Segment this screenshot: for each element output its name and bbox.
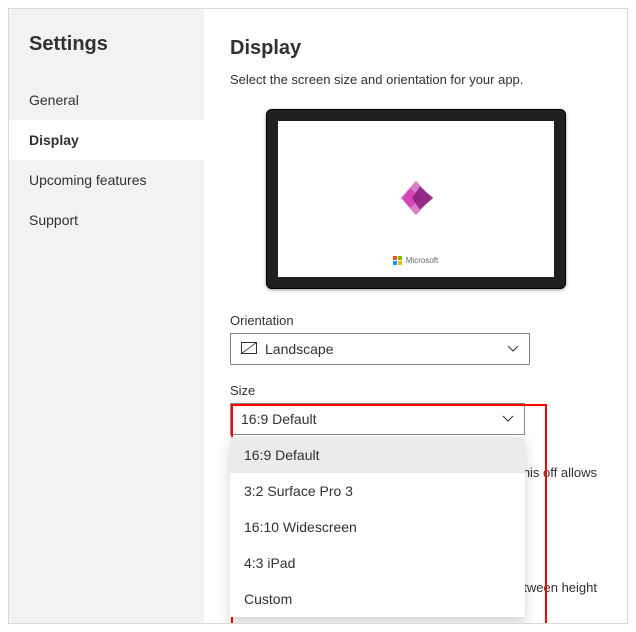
sidebar-item-general[interactable]: General xyxy=(9,80,204,120)
orientation-label: Orientation xyxy=(230,313,601,328)
option-label: 3:2 Surface Pro 3 xyxy=(244,483,353,499)
brand-text: Microsoft xyxy=(406,256,438,265)
option-label: 4:3 iPad xyxy=(244,555,295,571)
orientation-row: Orientation Landscape xyxy=(230,313,601,365)
sidebar-item-label: General xyxy=(29,92,79,108)
device-preview: Microsoft xyxy=(266,109,566,289)
size-row: Size 16:9 Default 16:9 Default 3:2 Surfa… xyxy=(230,383,601,435)
size-option-16-9[interactable]: 16:9 Default xyxy=(230,437,525,473)
size-dropdown: 16:9 Default 3:2 Surface Pro 3 16:10 Wid… xyxy=(230,437,525,617)
size-option-16-10[interactable]: 16:10 Widescreen xyxy=(230,509,525,545)
chevron-down-icon xyxy=(507,345,519,353)
orientation-select[interactable]: Landscape xyxy=(230,333,530,365)
size-select[interactable]: 16:9 Default xyxy=(230,403,525,435)
microsoft-icon xyxy=(393,256,402,265)
size-value: 16:9 Default xyxy=(241,411,317,427)
powerapps-icon xyxy=(393,175,439,224)
orientation-value: Landscape xyxy=(265,341,334,357)
sidebar-item-upcoming-features[interactable]: Upcoming features xyxy=(9,160,204,200)
option-label: Custom xyxy=(244,591,292,607)
sidebar-item-label: Display xyxy=(29,132,79,148)
size-option-custom[interactable]: Custom xyxy=(230,581,525,617)
chevron-down-icon xyxy=(502,415,514,423)
size-option-3-2[interactable]: 3:2 Surface Pro 3 xyxy=(230,473,525,509)
option-label: 16:9 Default xyxy=(244,447,320,463)
sidebar-title: Settings xyxy=(9,33,204,80)
brand-label: Microsoft xyxy=(278,256,554,265)
sidebar-item-support[interactable]: Support xyxy=(9,200,204,240)
settings-window: Settings General Display Upcoming featur… xyxy=(8,8,628,624)
size-option-4-3[interactable]: 4:3 iPad xyxy=(230,545,525,581)
main-panel: Display Select the screen size and orien… xyxy=(204,9,627,623)
sidebar: Settings General Display Upcoming featur… xyxy=(9,9,204,623)
page-description: Select the screen size and orientation f… xyxy=(230,72,601,87)
size-label: Size xyxy=(230,383,601,398)
landscape-icon xyxy=(241,341,257,357)
device-screen: Microsoft xyxy=(278,121,554,277)
sidebar-item-label: Support xyxy=(29,212,78,228)
sidebar-item-label: Upcoming features xyxy=(29,172,147,188)
option-label: 16:10 Widescreen xyxy=(244,519,357,535)
page-title: Display xyxy=(230,37,601,60)
sidebar-item-display[interactable]: Display xyxy=(9,120,204,160)
